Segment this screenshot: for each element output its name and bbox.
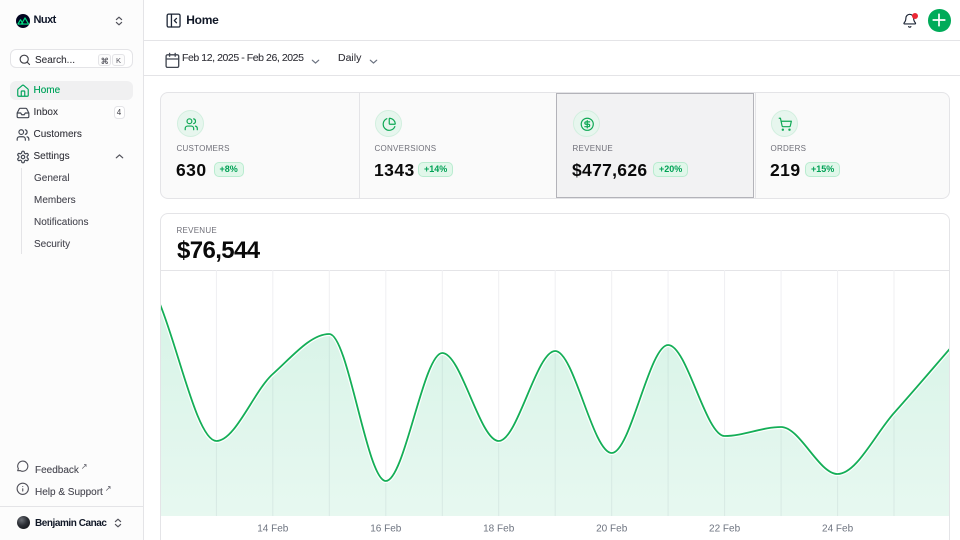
svg-text:24 Feb: 24 Feb bbox=[822, 524, 854, 535]
svg-text:16 Feb: 16 Feb bbox=[370, 524, 402, 535]
svg-text:20 Feb: 20 Feb bbox=[596, 524, 628, 535]
svg-text:18 Feb: 18 Feb bbox=[483, 524, 515, 535]
svg-text:22 Feb: 22 Feb bbox=[709, 524, 741, 535]
svg-text:14 Feb: 14 Feb bbox=[257, 524, 289, 535]
